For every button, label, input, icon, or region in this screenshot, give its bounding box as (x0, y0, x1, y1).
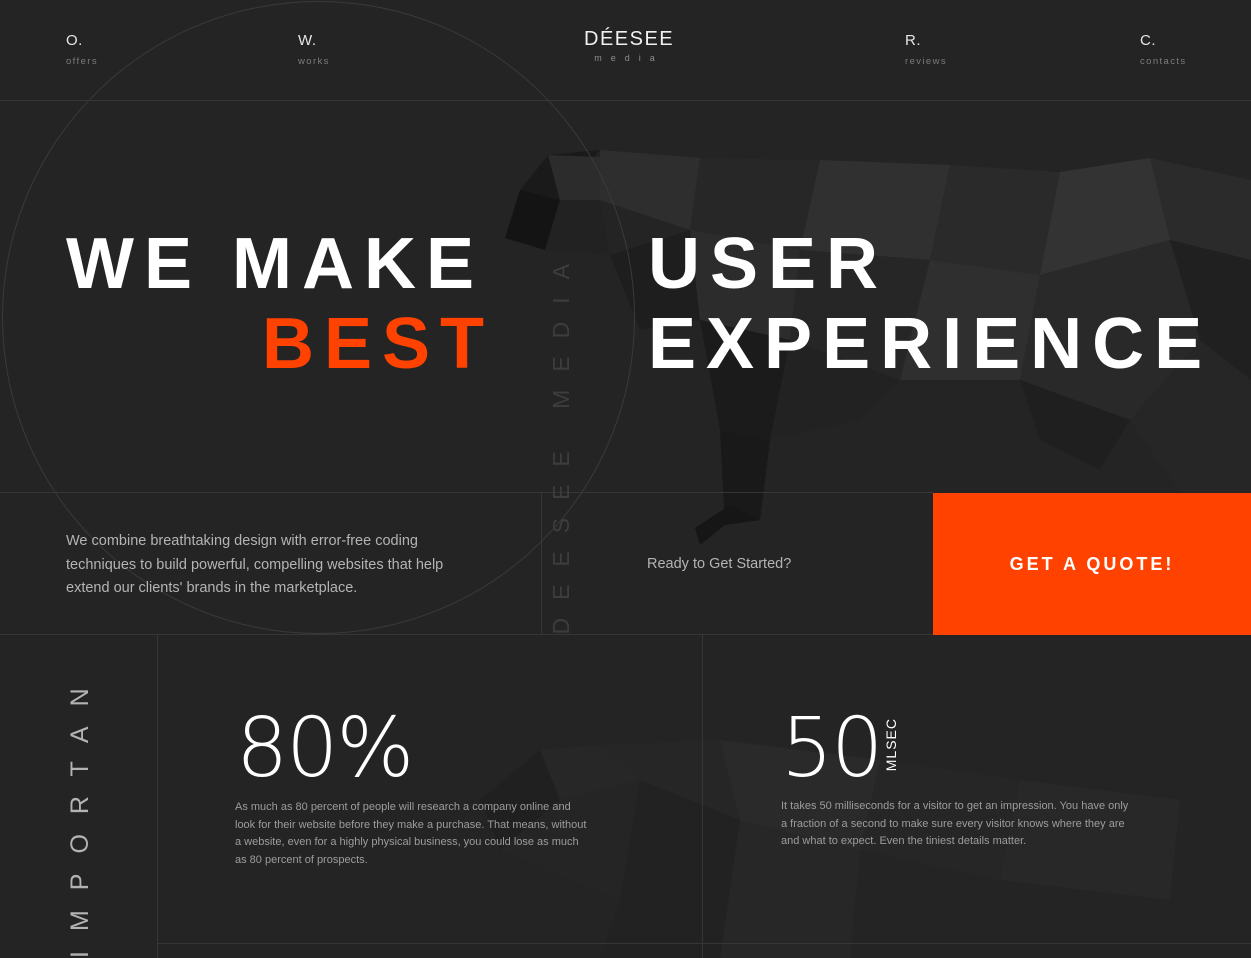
hero-accent-word: BEST (262, 304, 495, 384)
hero-divider (0, 492, 933, 493)
nav-reviews[interactable]: R. reviews (905, 32, 947, 67)
brand-logo[interactable]: DÉESEE media (584, 28, 675, 63)
facts-section-label: IMPORTANT FACTS (66, 676, 94, 958)
fact-value-1: 80% (236, 701, 414, 796)
landing-page: O. offers W. works DÉESEE media R. revie… (0, 0, 1251, 958)
nav-offers-letter: O. (66, 32, 83, 49)
nav-contacts-label: contacts (1140, 56, 1187, 67)
cta-question: Ready to Get Started? (647, 556, 792, 572)
hero-line-3: USER (648, 224, 889, 304)
nav-reviews-letter: R. (905, 32, 921, 49)
logo-wordmark: DÉESEE (584, 28, 675, 50)
hero-line-1: WE MAKE (66, 224, 484, 304)
nav-offers[interactable]: O. offers (66, 32, 98, 67)
nav-works[interactable]: W. works (298, 32, 330, 67)
get-quote-button[interactable]: GET A QUOTE! (933, 493, 1251, 635)
vertical-brand-text: DEESEE MEDIA (548, 246, 574, 635)
fact-description-2: It takes 50 milliseconds for a visitor t… (781, 800, 1129, 847)
facts-label-divider (157, 634, 158, 958)
fact-unit-2: MLSEC (883, 718, 899, 772)
nav-works-letter: W. (298, 32, 317, 49)
intro-text: We combine breathtaking design with erro… (66, 533, 444, 596)
header-divider (0, 100, 1251, 101)
fact-value-2: 50 (781, 701, 883, 796)
logo-subtitle: media (594, 53, 664, 63)
nav-reviews-label: reviews (905, 56, 948, 67)
nav-contacts[interactable]: C. contacts (1140, 32, 1187, 67)
nav-contacts-letter: C. (1140, 32, 1156, 49)
hero-line-4: EXPERIENCE (648, 304, 1213, 384)
facts-bottom-divider (157, 943, 1251, 944)
cta-separator (541, 492, 542, 634)
facts-column-divider (702, 634, 703, 958)
fact-description-1: As much as 80 percent of people will res… (235, 801, 587, 866)
nav-offers-label: offers (66, 56, 98, 67)
nav-works-label: works (298, 56, 330, 67)
